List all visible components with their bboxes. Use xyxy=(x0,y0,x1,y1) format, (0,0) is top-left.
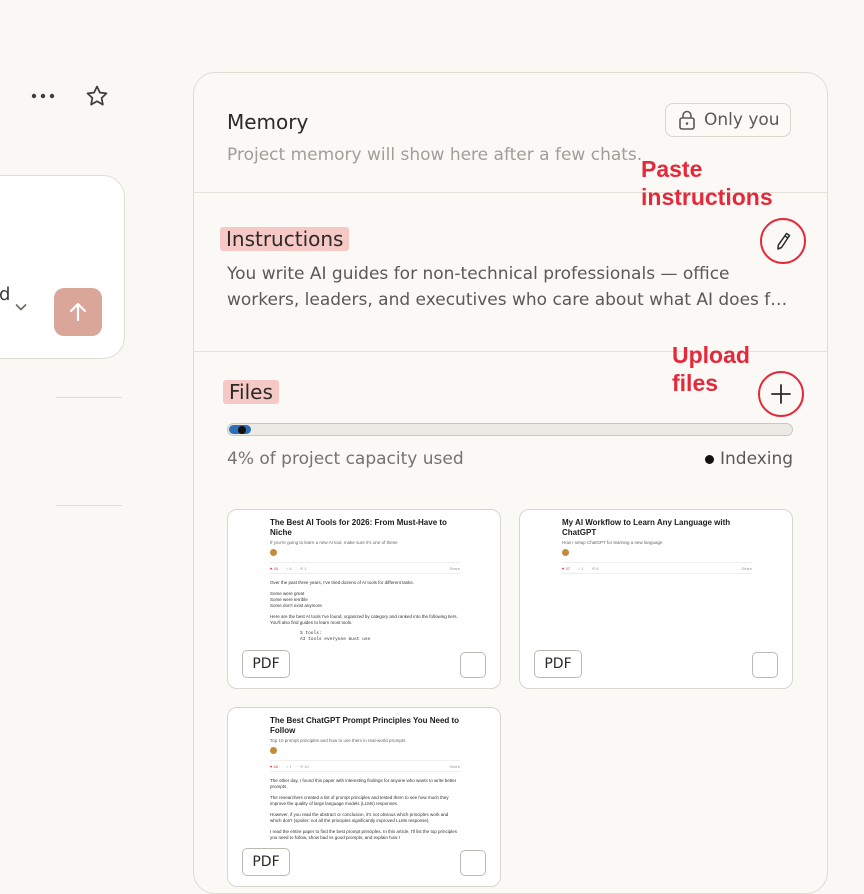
preview-paragraph: Some don't exist anymore xyxy=(270,603,322,608)
post-stats: ♥ 66 ○ 1 ⟲ 10 Share xyxy=(270,760,460,772)
callout-line: Paste xyxy=(641,156,703,182)
file-card[interactable]: The Best AI Tools for 2026: From Must-Ha… xyxy=(227,509,501,689)
paste-instructions-callout: Paste instructions xyxy=(641,155,773,211)
file-title: The Best AI Tools for 2026: From Must-Ha… xyxy=(270,518,447,537)
preview-paragraph: AI tools everyone must use xyxy=(300,637,371,642)
file-select-checkbox[interactable] xyxy=(460,850,486,876)
memory-description: Project memory will show here after a fe… xyxy=(227,145,643,165)
instructions-text[interactable]: You write AI guides for non-technical pr… xyxy=(227,261,795,313)
capacity-progress-marker xyxy=(238,426,246,434)
restacks-count: ⟲ 10 xyxy=(299,763,309,769)
indexing-status: Indexing xyxy=(705,449,793,469)
lock-icon xyxy=(679,110,695,130)
preview-paragraph: However, if you read the abstract or con… xyxy=(270,812,449,823)
visibility-label: Only you xyxy=(704,110,780,130)
memory-heading: Memory xyxy=(227,110,309,134)
preview-paragraph: Here are the best AI tools I've found, o… xyxy=(270,614,458,625)
more-options-icon[interactable] xyxy=(30,84,56,108)
file-card[interactable]: My AI Workflow to Learn Any Language wit… xyxy=(519,509,793,689)
upload-files-callout: Upload files xyxy=(672,341,750,397)
callout-line: Upload xyxy=(672,342,750,368)
indexing-label: Indexing xyxy=(720,449,794,469)
likes-count: ♥ 37 xyxy=(562,565,570,571)
restacks-count: ⟲ 1 xyxy=(299,565,307,571)
file-subtitle: Top 10 prompt principles and how to use … xyxy=(270,738,406,743)
file-title: The Best ChatGPT Prompt Principles You N… xyxy=(270,716,460,735)
add-file-button[interactable] xyxy=(758,371,804,417)
visibility-badge[interactable]: Only you xyxy=(665,103,791,137)
edit-instructions-button[interactable] xyxy=(760,218,806,264)
capacity-text: 4% of project capacity used xyxy=(227,449,464,469)
callout-line: files xyxy=(672,370,719,396)
preview-paragraph: Over the past three years, I've tried do… xyxy=(270,580,414,585)
share-label: Share xyxy=(449,565,460,571)
capacity-progress-bar xyxy=(227,423,793,436)
share-label: Share xyxy=(741,565,752,571)
restacks-count: ⟲ 6 xyxy=(591,565,599,571)
file-title: My AI Workflow to Learn Any Language wit… xyxy=(562,518,731,537)
arrow-up-icon xyxy=(69,302,87,322)
callout-line: instructions xyxy=(641,184,773,210)
file-type-badge: PDF xyxy=(242,848,290,876)
author-row xyxy=(270,747,460,754)
files-heading: Files xyxy=(223,380,279,404)
likes-count: ♥ 45 xyxy=(270,565,278,571)
file-select-checkbox[interactable] xyxy=(460,652,486,678)
post-stats: ♥ 37 ○ 1 ⟲ 6 Share xyxy=(562,562,752,574)
file-thumbnail: My AI Workflow to Learn Any Language wit… xyxy=(562,518,752,574)
file-subtitle: If you're going to learn a new AI tool, … xyxy=(270,540,398,545)
avatar xyxy=(562,549,569,556)
file-preview-text: Over the past three years, I've tried do… xyxy=(270,580,460,643)
file-subtitle: How I setup ChatGPT for learning a new l… xyxy=(562,540,663,545)
plus-icon xyxy=(771,384,791,404)
preview-paragraph: I read the entire paper to find the best… xyxy=(270,829,457,840)
author-row xyxy=(270,549,460,556)
model-selector-label[interactable]: d xyxy=(0,284,10,305)
comments-count: ○ 1 xyxy=(577,565,584,571)
avatar xyxy=(270,747,277,754)
comments-count: ○ 1 xyxy=(285,763,292,769)
pencil-icon xyxy=(777,232,791,250)
file-type-badge: PDF xyxy=(534,650,582,678)
file-type-badge: PDF xyxy=(242,650,290,678)
status-dot-icon xyxy=(705,454,714,464)
share-label: Share xyxy=(449,763,460,769)
file-thumbnail: The Best ChatGPT Prompt Principles You N… xyxy=(270,716,460,846)
file-preview-text: The other day, I found this paper with i… xyxy=(270,778,460,841)
preview-paragraph: The other day, I found this paper with i… xyxy=(270,778,457,789)
chevron-down-icon[interactable] xyxy=(14,300,28,314)
send-button[interactable] xyxy=(54,288,102,336)
preview-paragraph: The researchers created a list of prompt… xyxy=(270,795,449,806)
file-card[interactable]: The Best ChatGPT Prompt Principles You N… xyxy=(227,707,501,887)
divider xyxy=(56,505,122,506)
file-select-checkbox[interactable] xyxy=(752,652,778,678)
chat-composer[interactable]: d xyxy=(0,175,125,359)
comments-count: ○ 6 xyxy=(285,565,292,571)
likes-count: ♥ 66 xyxy=(270,763,278,769)
instructions-heading: Instructions xyxy=(220,227,350,251)
star-icon[interactable] xyxy=(84,83,110,109)
file-thumbnail: The Best AI Tools for 2026: From Must-Ha… xyxy=(270,518,460,648)
divider xyxy=(56,397,122,398)
post-stats: ♥ 45 ○ 6 ⟲ 1 Share xyxy=(270,562,460,574)
avatar xyxy=(270,549,277,556)
author-row xyxy=(562,549,752,556)
